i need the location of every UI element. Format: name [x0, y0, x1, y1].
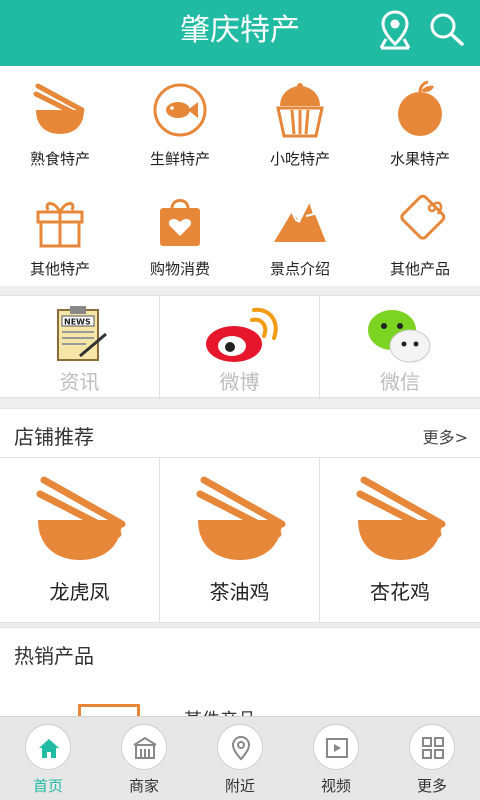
category-shopping[interactable]: 购物消费: [120, 176, 240, 286]
cupcake-icon: [270, 80, 330, 140]
fish-icon: [150, 80, 210, 140]
category-other-products[interactable]: 其他产品: [360, 176, 480, 286]
bowl-chopsticks-icon: [188, 470, 292, 566]
social-row: NEWS 资讯 微博 微信: [0, 295, 480, 399]
more-link[interactable]: 更多>: [423, 424, 468, 448]
app-header: 肇庆特产: [0, 0, 480, 66]
shop-name: 杏花鸡: [370, 580, 430, 604]
news-icon: NEWS: [40, 304, 120, 366]
category-other-specialty[interactable]: 其他特产: [0, 176, 120, 286]
bottom-tab-bar: 首页 商家 附近 视频 更多: [0, 716, 480, 800]
home-icon: [25, 724, 71, 770]
category-label: 景点介绍: [269, 260, 330, 278]
tab-merchants[interactable]: 商家: [96, 717, 192, 800]
section-title: 店铺推荐: [14, 425, 94, 449]
category-label: 小吃特产: [269, 150, 330, 168]
gift-icon: [30, 190, 90, 250]
category-grid: 熟食特产 生鲜特产 小吃特产 水果特产 其他特产 购物消费 景点介绍 其他产品: [0, 66, 480, 286]
weibo-label: 微博: [219, 370, 260, 394]
news-label: 资讯: [59, 370, 100, 394]
tab-label: 附近: [224, 777, 255, 795]
grid-icon: [409, 724, 455, 770]
shop-name: 茶油鸡: [209, 580, 270, 604]
news-entry[interactable]: NEWS 资讯: [0, 296, 160, 399]
tab-label: 视频: [320, 777, 351, 795]
tab-label: 首页: [32, 777, 63, 795]
category-label: 熟食特产: [29, 150, 90, 168]
shop-card[interactable]: 杏花鸡: [320, 458, 480, 623]
apple-icon: [390, 80, 450, 140]
category-cooked-food[interactable]: 熟食特产: [0, 66, 120, 176]
shopping-bag-icon: [150, 190, 210, 250]
video-icon: [313, 724, 359, 770]
section-title: 热销产品: [14, 644, 94, 668]
category-scenic[interactable]: 景点介绍: [240, 176, 360, 286]
store-icon: [121, 724, 167, 770]
mountain-icon: [270, 190, 330, 250]
bowl-chopsticks-icon: [30, 80, 90, 140]
tab-video[interactable]: 视频: [288, 717, 384, 800]
category-fruit[interactable]: 水果特产: [360, 66, 480, 176]
location-pin-icon: [217, 724, 263, 770]
tab-label: 更多: [416, 777, 447, 795]
tab-home[interactable]: 首页: [0, 717, 96, 800]
category-label: 水果特产: [389, 150, 450, 168]
category-snacks[interactable]: 小吃特产: [240, 66, 360, 176]
hot-section-header: 热销产品: [0, 627, 480, 677]
category-label: 生鲜特产: [149, 150, 210, 168]
tab-more[interactable]: 更多: [384, 717, 480, 800]
weibo-icon: [200, 304, 280, 366]
wechat-icon: [360, 304, 440, 366]
wechat-label: 微信: [380, 370, 420, 394]
weibo-entry[interactable]: 微博: [160, 296, 320, 399]
tab-label: 商家: [128, 777, 159, 795]
shop-name: 龙虎凤: [49, 580, 110, 604]
wechat-entry[interactable]: 微信: [320, 296, 480, 399]
category-label: 购物消费: [149, 260, 210, 278]
tag-icon: [390, 190, 450, 250]
svg-text:NEWS: NEWS: [64, 318, 91, 327]
map-location-icon[interactable]: [373, 8, 417, 52]
shop-list: 龙虎凤 茶油鸡 杏花鸡: [0, 458, 480, 623]
category-label: 其他特产: [29, 260, 90, 278]
tab-nearby[interactable]: 附近: [192, 717, 288, 800]
category-fresh[interactable]: 生鲜特产: [120, 66, 240, 176]
product-name: 某件产品: [184, 706, 256, 716]
bowl-chopsticks-icon: [348, 470, 452, 566]
search-icon[interactable]: [424, 8, 468, 52]
shop-card[interactable]: 茶油鸡: [160, 458, 320, 623]
shop-card[interactable]: 龙虎凤: [0, 458, 160, 623]
bowl-chopsticks-icon: [28, 470, 132, 566]
product-thumbnail: [78, 704, 140, 716]
hot-product-item[interactable]: 某件产品: [0, 676, 480, 716]
category-label: 其他产品: [389, 260, 450, 278]
shops-section-header: 店铺推荐 更多>: [0, 408, 480, 458]
